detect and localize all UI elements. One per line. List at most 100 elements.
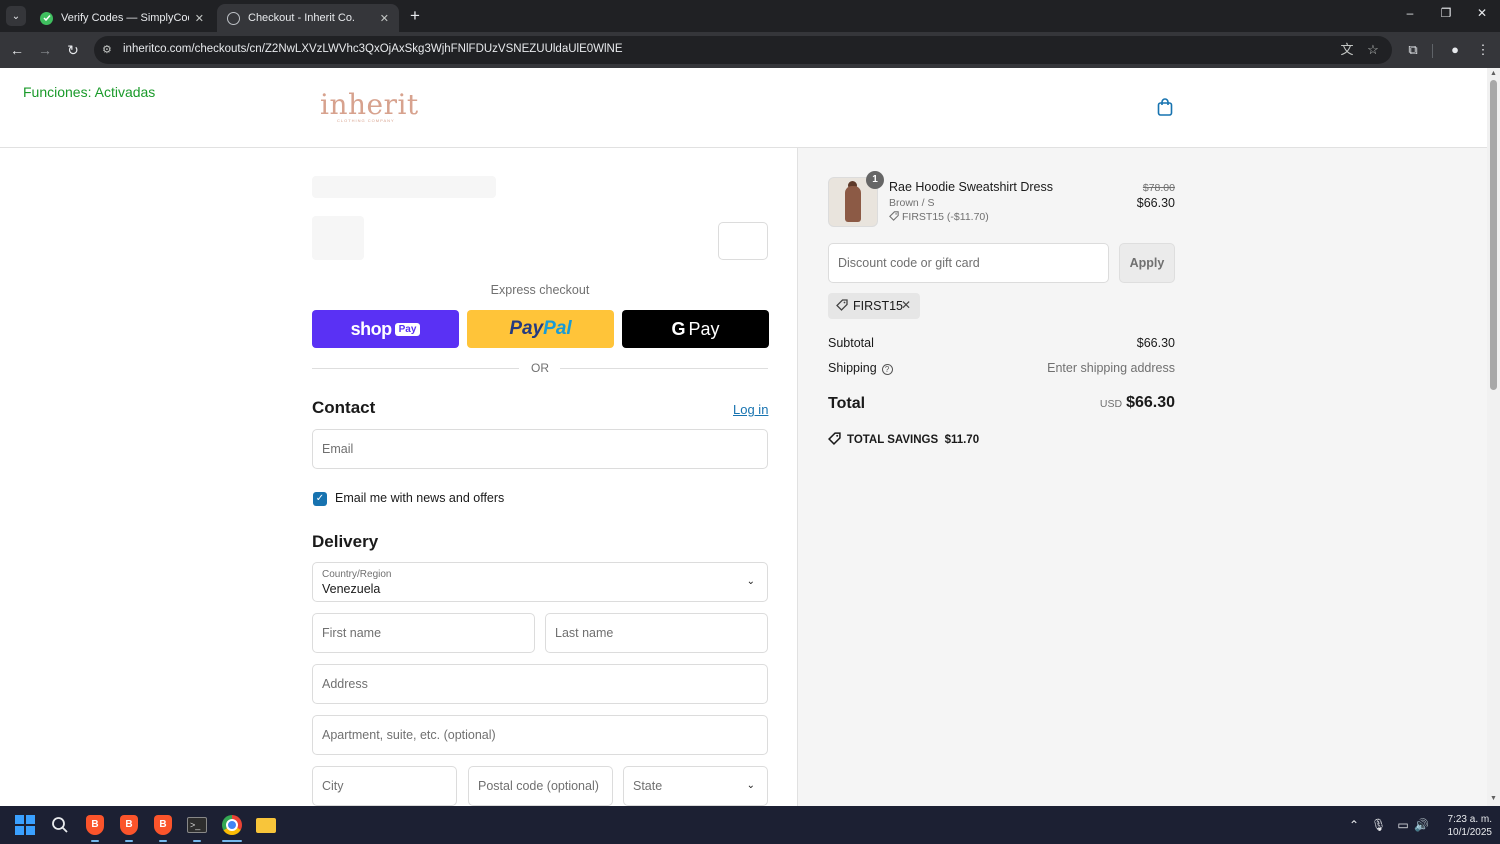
apartment-placeholder: Apartment, suite, etc. (optional) (322, 728, 496, 742)
shipping-label: Shipping? (828, 361, 893, 375)
profile-icon[interactable]: ● (1446, 41, 1464, 59)
reload-icon[interactable]: ↻ (64, 41, 82, 59)
tag-icon (836, 299, 848, 311)
tab-label: Checkout - Inherit Co. (248, 12, 355, 24)
new-tab-button[interactable]: + (406, 6, 424, 26)
running-indicator (91, 840, 99, 842)
microphone-icon[interactable]: 🎙 (1371, 818, 1386, 832)
chevron-down-icon: ⌄ (11, 10, 21, 22)
file-explorer-icon[interactable] (255, 814, 277, 836)
contact-title: Contact (312, 398, 376, 417)
brave-browser-icon[interactable]: B (152, 814, 174, 836)
address-placeholder: Address (322, 677, 368, 691)
state-select[interactable]: State ⌄ (623, 766, 768, 806)
checkmark-icon: ✓ (315, 493, 325, 504)
email-placeholder: Email (322, 442, 354, 456)
kebab-menu-icon[interactable]: ⋮ (1474, 41, 1492, 59)
back-arrow-icon[interactable]: ← (8, 41, 26, 59)
google-g-icon: G (671, 318, 686, 339)
country-label: Country/Region (322, 569, 392, 580)
browser-toolbar: ← → ↻ ⚙ inheritco.com/checkouts/cn/Z2NwL… (0, 32, 1500, 68)
apply-discount-button[interactable]: Apply (1119, 243, 1175, 283)
chrome-icon[interactable] (221, 814, 243, 836)
network-icon[interactable]: ▭ (1396, 818, 1410, 832)
state-placeholder: State (633, 779, 663, 793)
page-scrollbar[interactable]: ▲ ▼ (1487, 68, 1500, 806)
chevron-down-icon: ⌄ (746, 780, 755, 791)
delivery-title: Delivery (312, 532, 379, 551)
shopping-bag-icon[interactable] (1157, 98, 1173, 116)
savings-label: TOTAL SAVINGS (847, 434, 939, 446)
tab-simplycodes[interactable]: Verify Codes — SimplyCodes ✕ (30, 4, 214, 32)
windows-start-icon[interactable] (14, 814, 36, 836)
windows-taskbar: B B B >_ ⌃ 🎙 ▭ 🔊 7:23 a. m. 10/1/2025 (0, 806, 1500, 844)
tab-label: Verify Codes — SimplyCodes (61, 12, 189, 24)
loading-skeleton (312, 176, 496, 198)
shop-pay-button[interactable]: shop Pay (312, 310, 459, 348)
tray-overflow-icon[interactable]: ⌃ (1347, 818, 1361, 832)
restore-icon[interactable]: ❐ (1436, 6, 1456, 20)
or-divider-label: OR (531, 361, 549, 375)
extensions-puzzle-icon[interactable]: ⧉ (1404, 41, 1422, 59)
google-pay-label: Pay (688, 318, 720, 339)
url-text[interactable]: inheritco.com/checkouts/cn/Z2NwLXVzLWVhc… (123, 43, 623, 55)
close-icon[interactable]: ✕ (195, 12, 204, 25)
paypal-button[interactable]: PayPal (467, 310, 614, 348)
address-bar[interactable]: ⚙ inheritco.com/checkouts/cn/Z2NwLXVzLWV… (94, 36, 1392, 64)
scroll-down-icon[interactable]: ▼ (1489, 795, 1498, 802)
newsletter-checkbox[interactable]: ✓ (313, 492, 327, 506)
original-price: $78.00 (1142, 182, 1175, 194)
system-clock[interactable]: 7:23 a. m. 10/1/2025 (1432, 813, 1493, 839)
globe-icon (227, 11, 240, 25)
apartment-field[interactable]: Apartment, suite, etc. (optional) (312, 715, 768, 755)
postal-placeholder: Postal code (optional) (478, 779, 599, 793)
brave-browser-icon[interactable]: B (118, 814, 140, 836)
google-pay-button[interactable]: G Pay (622, 310, 769, 348)
express-checkout-title: Express checkout (490, 283, 590, 297)
total-label: Total (828, 395, 866, 412)
scroll-up-icon[interactable]: ▲ (1489, 70, 1498, 77)
remove-discount-icon[interactable]: ✕ (901, 298, 911, 312)
search-icon[interactable] (49, 814, 71, 836)
tab-checkout[interactable]: Checkout - Inherit Co. ✕ (217, 4, 399, 32)
address-field[interactable]: Address (312, 664, 768, 704)
brave-browser-icon[interactable]: B (84, 814, 106, 836)
simplycodes-check-icon (40, 11, 53, 25)
help-icon[interactable]: ? (881, 364, 893, 375)
postal-code-field[interactable]: Postal code (optional) (468, 766, 613, 806)
checkout-page: Funciones: Activadas inherit CLOTHING CO… (0, 68, 1487, 806)
product-name: Rae Hoodie Sweatshirt Dress (889, 180, 1053, 194)
shop-pay-wordmark: shop (350, 318, 393, 339)
country-select[interactable]: Country/Region Venezuela ⌄ (312, 562, 768, 602)
newsletter-label[interactable]: Email me with news and offers (335, 491, 504, 505)
running-indicator (159, 840, 167, 842)
window-close-icon[interactable]: ✕ (1472, 6, 1492, 20)
scrollbar-thumb[interactable] (1490, 80, 1497, 390)
login-link[interactable]: Log in (733, 402, 768, 417)
close-icon[interactable]: ✕ (380, 12, 389, 25)
inherit-logo[interactable]: inherit (320, 88, 419, 121)
site-info-icon[interactable]: ⚙ (102, 43, 116, 57)
product-discount-text: FIRST15 (-$11.70) (902, 211, 989, 223)
terminal-icon[interactable]: >_ (186, 814, 208, 836)
tag-icon (828, 432, 841, 445)
product-discount: FIRST15 (-$11.70) (889, 211, 989, 223)
minimize-icon[interactable]: – (1400, 6, 1420, 20)
bookmark-star-icon[interactable]: ☆ (1364, 41, 1382, 59)
forward-arrow-icon[interactable]: → (36, 41, 54, 59)
tab-search-button[interactable]: ⌄ (6, 6, 26, 26)
running-indicator (125, 840, 133, 842)
discount-code-input[interactable]: Discount code or gift card (828, 243, 1109, 283)
city-field[interactable]: City (312, 766, 457, 806)
volume-icon[interactable]: 🔊 (1414, 818, 1429, 832)
first-name-field[interactable]: First name (312, 613, 535, 653)
last-name-field[interactable]: Last name (545, 613, 768, 653)
thumbnail-figure-body (845, 186, 861, 222)
paypal-logo: PayPal (509, 318, 572, 339)
last-name-placeholder: Last name (555, 626, 614, 640)
translate-icon[interactable]: 文 (1338, 41, 1356, 59)
total-value: $66.30 (1126, 394, 1175, 411)
savings-value: $11.70 (944, 434, 980, 446)
email-field[interactable]: Email (312, 429, 768, 469)
chevron-down-icon: ⌄ (746, 576, 755, 587)
